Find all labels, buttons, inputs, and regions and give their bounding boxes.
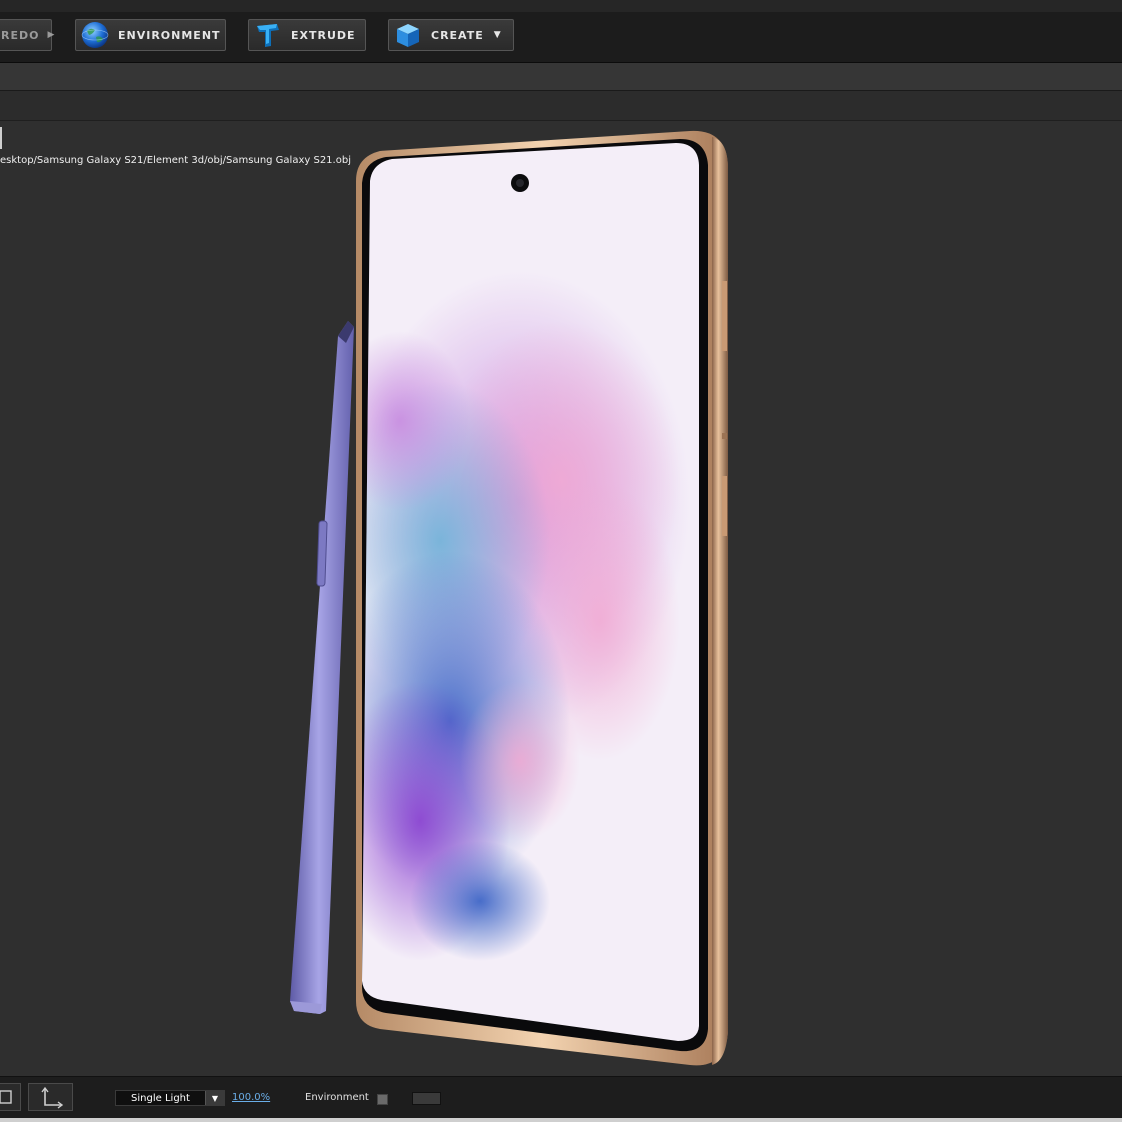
chevron-down-icon: ▼: [205, 1091, 224, 1105]
phone-render[interactable]: [0, 121, 1122, 1076]
create-button[interactable]: CREATE ▼: [388, 19, 514, 51]
viewport-layout-button[interactable]: [0, 1083, 21, 1111]
cube-icon: [393, 20, 423, 50]
environment-color-swatch[interactable]: [412, 1092, 441, 1105]
extrude-t-icon: [253, 20, 283, 50]
environment-button[interactable]: ENVIRONMENT: [75, 19, 226, 51]
3d-viewport[interactable]: esktop/Samsung Galaxy S21/Element 3d/obj…: [0, 121, 1122, 1076]
extrude-button[interactable]: EXTRUDE: [248, 19, 366, 51]
chevron-down-icon: ▼: [493, 30, 502, 40]
secondary-toolbar: [0, 63, 1122, 91]
stylus: [290, 321, 354, 1014]
axis-toggle-button[interactable]: [28, 1083, 73, 1111]
environment-checkbox[interactable]: [377, 1094, 388, 1105]
environment-label: ENVIRONMENT: [118, 28, 221, 42]
environment-toggle-label: Environment: [305, 1092, 369, 1103]
chevron-right-icon: ▶: [47, 30, 56, 40]
redo-button[interactable]: REDO ▶: [0, 19, 56, 51]
light-mode-select[interactable]: Single Light ▼: [115, 1090, 225, 1106]
square-icon: [0, 1090, 12, 1104]
main-toolbar: REDO ▶ ENVIRONMENT EXTRUDE CREATE ▼: [0, 12, 1122, 63]
globe-icon: [80, 20, 110, 50]
window-bottom-edge: [0, 1118, 1122, 1122]
zoom-level-link[interactable]: 100.0%: [232, 1092, 270, 1103]
light-mode-value: Single Light: [131, 1092, 190, 1104]
redo-label: REDO: [1, 28, 40, 42]
axis-icon: [41, 1086, 64, 1109]
extrude-label: EXTRUDE: [291, 28, 356, 42]
status-bar: Single Light ▼ 100.0% Environment: [0, 1076, 1122, 1119]
create-label: CREATE: [431, 28, 484, 42]
phone-body: [356, 130, 728, 1066]
tertiary-toolbar: [0, 91, 1122, 121]
